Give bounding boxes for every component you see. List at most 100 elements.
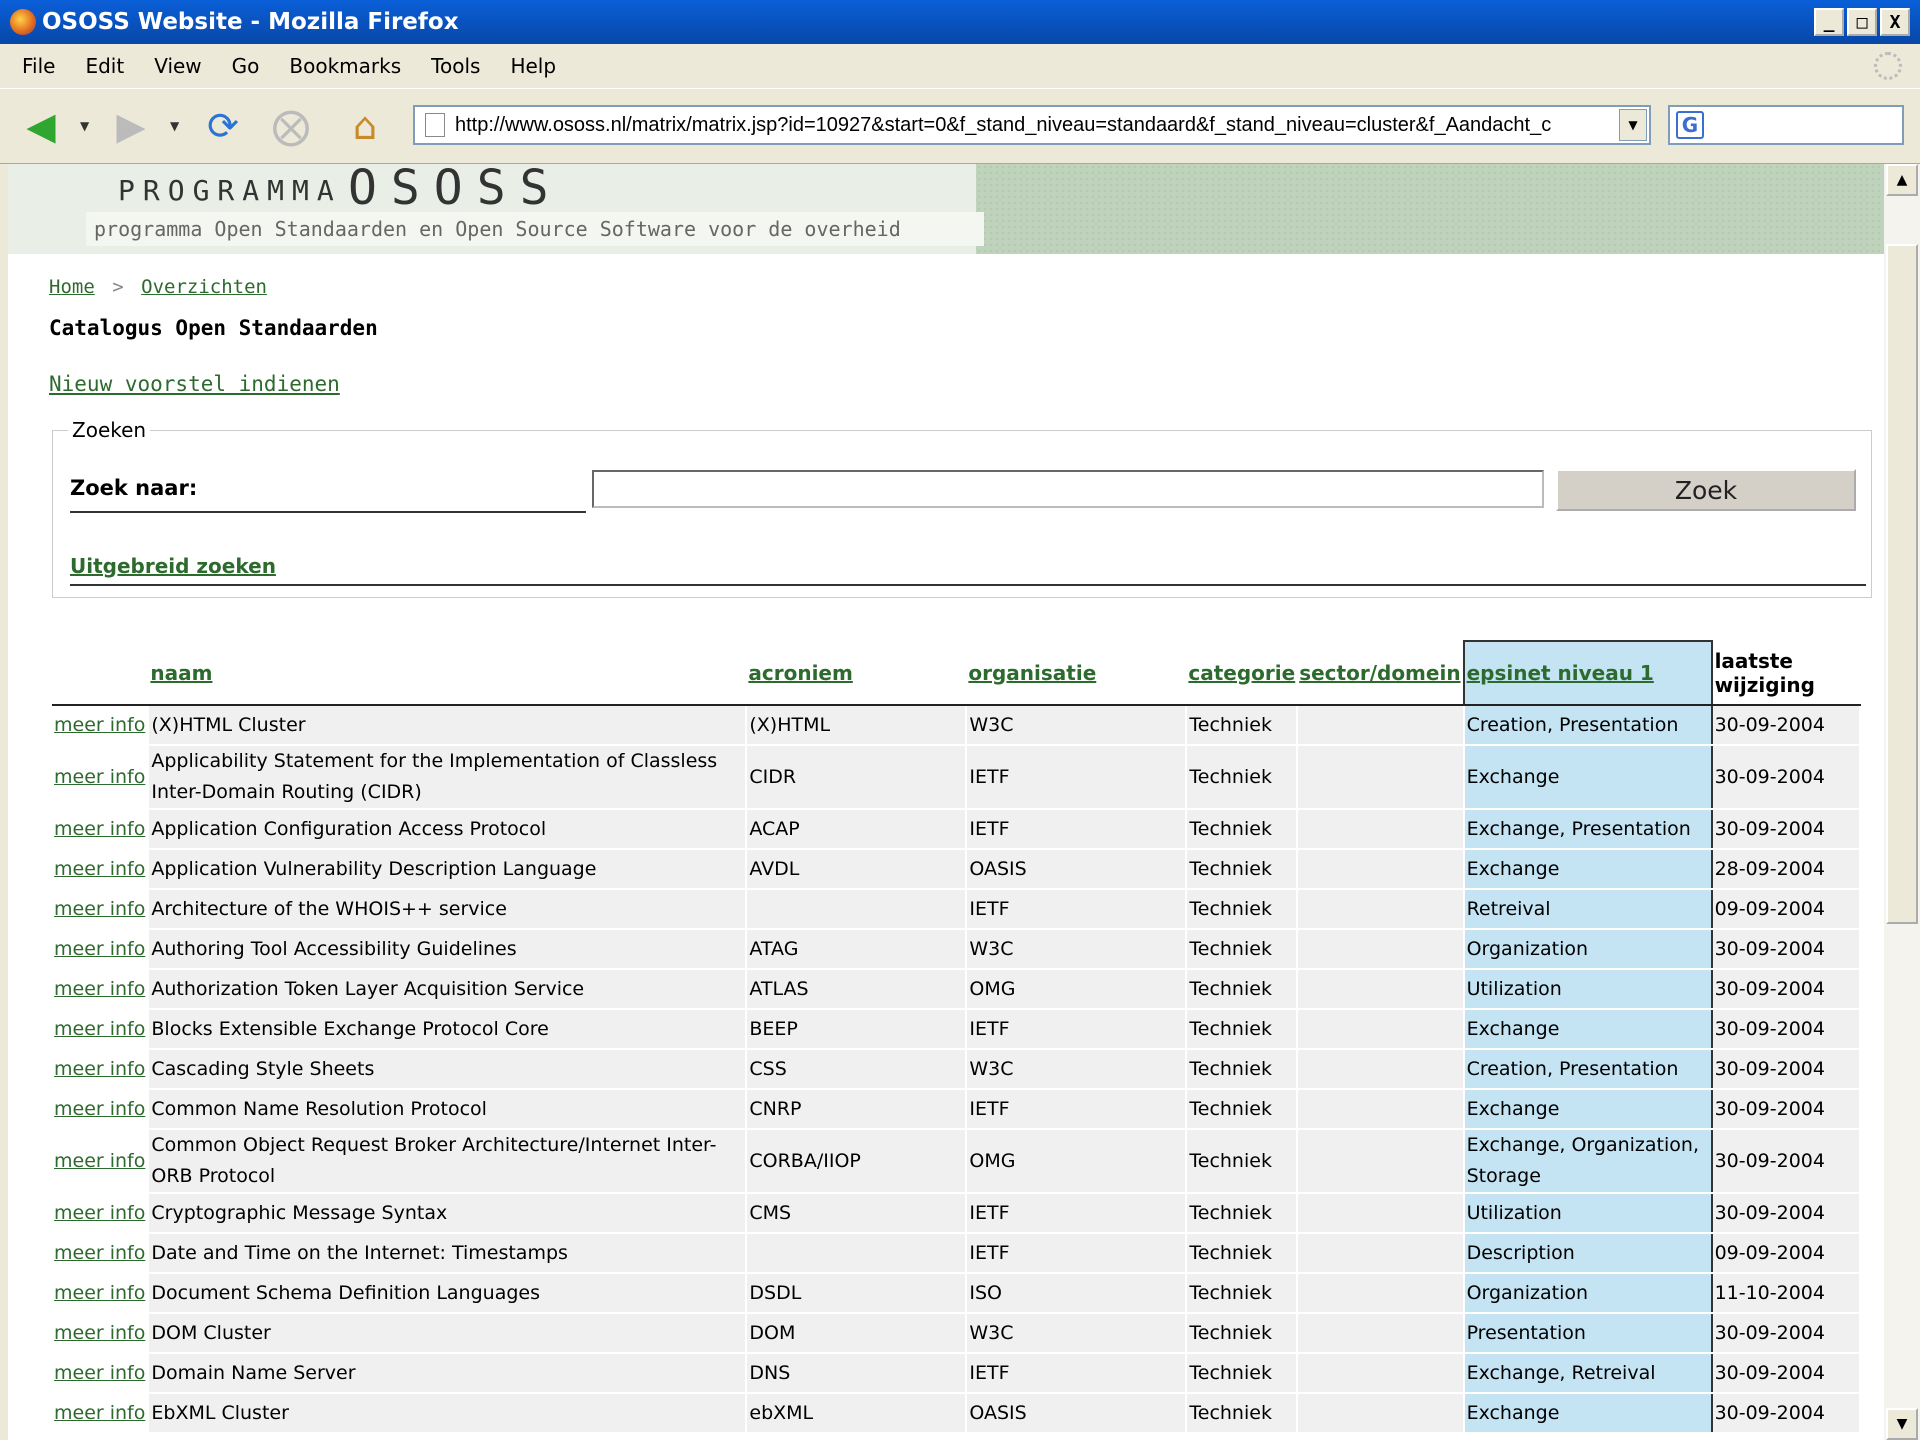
sort-sector-link[interactable]: sector/domein (1299, 661, 1460, 685)
cell-epsinet: Exchange, Organization, Storage (1462, 1129, 1713, 1194)
cell-categorie: Techniek (1186, 929, 1299, 970)
cell-datum: 30-09-2004 (1711, 1089, 1861, 1130)
cell-naam: DOM Cluster (148, 1313, 748, 1354)
table-row: meer info Common Object Request Broker Ar… (52, 1129, 1861, 1194)
search-engine-box[interactable]: G (1668, 105, 1904, 145)
google-icon[interactable]: G (1676, 111, 1704, 139)
meer-info-link[interactable]: meer info (54, 1202, 145, 1224)
home-icon[interactable]: ⌂ (342, 103, 388, 149)
search-input[interactable] (592, 470, 1544, 508)
meer-info-link[interactable]: meer info (54, 1018, 145, 1040)
meer-info-link[interactable]: meer info (54, 766, 145, 788)
meer-info-link[interactable]: meer info (54, 898, 145, 920)
cell-organisatie: OASIS (966, 1393, 1188, 1434)
close-button[interactable]: X (1880, 8, 1910, 36)
sort-epsinet-link[interactable]: epsinet niveau 1 (1467, 661, 1654, 685)
header-categorie[interactable]: categorie (1186, 641, 1298, 706)
cell-organisatie: OMG (966, 969, 1188, 1010)
cell-naam: Architecture of the WHOIS++ service (148, 889, 748, 930)
page-icon (425, 113, 445, 137)
table-header-row: naam acroniem organisatie categorie sect… (52, 640, 1860, 706)
table-row: meer info (X)HTML Cluster (X)HTML W3C Techni… (52, 705, 1861, 746)
meer-info-link[interactable]: meer info (54, 1242, 145, 1264)
breadcrumb-overzichten[interactable]: Overzichten (141, 276, 267, 298)
cell-sector (1297, 1129, 1465, 1194)
stop-icon[interactable]: ⨂ (268, 103, 314, 149)
maximize-button[interactable]: □ (1847, 8, 1877, 36)
menu-file[interactable]: File (22, 54, 55, 78)
header-acroniem[interactable]: acroniem (746, 641, 967, 706)
cell-organisatie: IETF (966, 1233, 1188, 1274)
forward-icon[interactable]: ▶ (108, 103, 154, 149)
header-epsinet[interactable]: epsinet niveau 1 (1462, 640, 1713, 706)
site-banner: PROGRAMMA OSOSS programma Open Standaard… (8, 164, 1884, 254)
meer-info-cell: meer info (52, 1129, 150, 1194)
scroll-thumb[interactable] (1886, 244, 1918, 924)
meer-info-link[interactable]: meer info (54, 1282, 145, 1304)
cell-acroniem: ATLAS (746, 969, 968, 1010)
sort-categorie-link[interactable]: categorie (1188, 661, 1295, 685)
meer-info-link[interactable]: meer info (54, 1098, 145, 1120)
breadcrumb-home[interactable]: Home (49, 276, 95, 298)
meer-info-link[interactable]: meer info (54, 978, 145, 1000)
reload-icon[interactable]: ⟳ (200, 103, 246, 149)
menu-help[interactable]: Help (510, 54, 556, 78)
cell-datum: 30-09-2004 (1711, 1049, 1861, 1090)
address-bar[interactable]: http://www.ososs.nl/matrix/matrix.jsp?id… (413, 105, 1651, 145)
meer-info-link[interactable]: meer info (54, 1362, 145, 1384)
scroll-up-icon[interactable]: ▲ (1886, 164, 1918, 196)
forward-dropdown-icon[interactable]: ▼ (170, 119, 179, 133)
cell-organisatie: OASIS (966, 849, 1188, 890)
cell-organisatie: IETF (966, 1193, 1188, 1234)
meer-info-link[interactable]: meer info (54, 938, 145, 960)
search-button[interactable]: Zoek (1556, 469, 1856, 511)
cell-organisatie: W3C (966, 1313, 1188, 1354)
meer-info-link[interactable]: meer info (54, 1322, 145, 1344)
header-naam[interactable]: naam (148, 641, 747, 706)
table-row: meer info Application Configuration Acces… (52, 809, 1861, 850)
cell-sector (1297, 969, 1465, 1010)
menu-view[interactable]: View (154, 54, 201, 78)
search-label: Zoek naar: (70, 476, 198, 500)
cell-acroniem: DOM (746, 1313, 968, 1354)
cell-naam: Application Vulnerability Description La… (148, 849, 748, 890)
meer-info-link[interactable]: meer info (54, 1058, 145, 1080)
meer-info-link[interactable]: meer info (54, 1150, 145, 1172)
cell-categorie: Techniek (1186, 969, 1299, 1010)
meer-info-link[interactable]: meer info (54, 1402, 145, 1424)
meer-info-cell: meer info (52, 889, 150, 930)
vertical-scrollbar[interactable]: ▲ ▼ (1884, 164, 1920, 1440)
meer-info-link[interactable]: meer info (54, 714, 145, 736)
cell-acroniem: DNS (746, 1353, 968, 1394)
meer-info-cell: meer info (52, 1353, 150, 1394)
cell-datum: 30-09-2004 (1711, 745, 1861, 810)
scroll-down-icon[interactable]: ▼ (1886, 1408, 1918, 1440)
menu-bar: File Edit View Go Bookmarks Tools Help (0, 46, 1920, 86)
advanced-search-link[interactable]: Uitgebreid zoeken (70, 554, 276, 578)
sort-organisatie-link[interactable]: organisatie (968, 661, 1096, 685)
cell-categorie: Techniek (1186, 1193, 1299, 1234)
menu-bookmarks[interactable]: Bookmarks (289, 54, 401, 78)
cell-epsinet: Description (1462, 1233, 1713, 1274)
url-dropdown-icon[interactable]: ▼ (1619, 109, 1647, 141)
cell-categorie: Techniek (1186, 1049, 1299, 1090)
sort-acroniem-link[interactable]: acroniem (748, 661, 852, 685)
header-organisatie[interactable]: organisatie (966, 641, 1187, 706)
menu-tools[interactable]: Tools (431, 54, 480, 78)
cell-datum: 30-09-2004 (1711, 1353, 1861, 1394)
meer-info-link[interactable]: meer info (54, 858, 145, 880)
menu-go[interactable]: Go (232, 54, 260, 78)
cell-acroniem: CNRP (746, 1089, 968, 1130)
sort-naam-link[interactable]: naam (150, 661, 212, 685)
menu-edit[interactable]: Edit (85, 54, 124, 78)
header-sector[interactable]: sector/domein (1297, 641, 1464, 706)
cell-organisatie: W3C (966, 929, 1188, 970)
meer-info-link[interactable]: meer info (54, 818, 145, 840)
new-proposal-link[interactable]: Nieuw voorstel indienen (49, 372, 340, 396)
back-dropdown-icon[interactable]: ▼ (80, 119, 89, 133)
window-controls: _ □ X (1814, 8, 1910, 36)
back-icon[interactable]: ◀ (18, 103, 64, 149)
url-text[interactable]: http://www.ososs.nl/matrix/matrix.jsp?id… (455, 114, 1615, 137)
minimize-button[interactable]: _ (1814, 8, 1844, 36)
cell-naam: Common Object Request Broker Architectur… (148, 1129, 748, 1194)
